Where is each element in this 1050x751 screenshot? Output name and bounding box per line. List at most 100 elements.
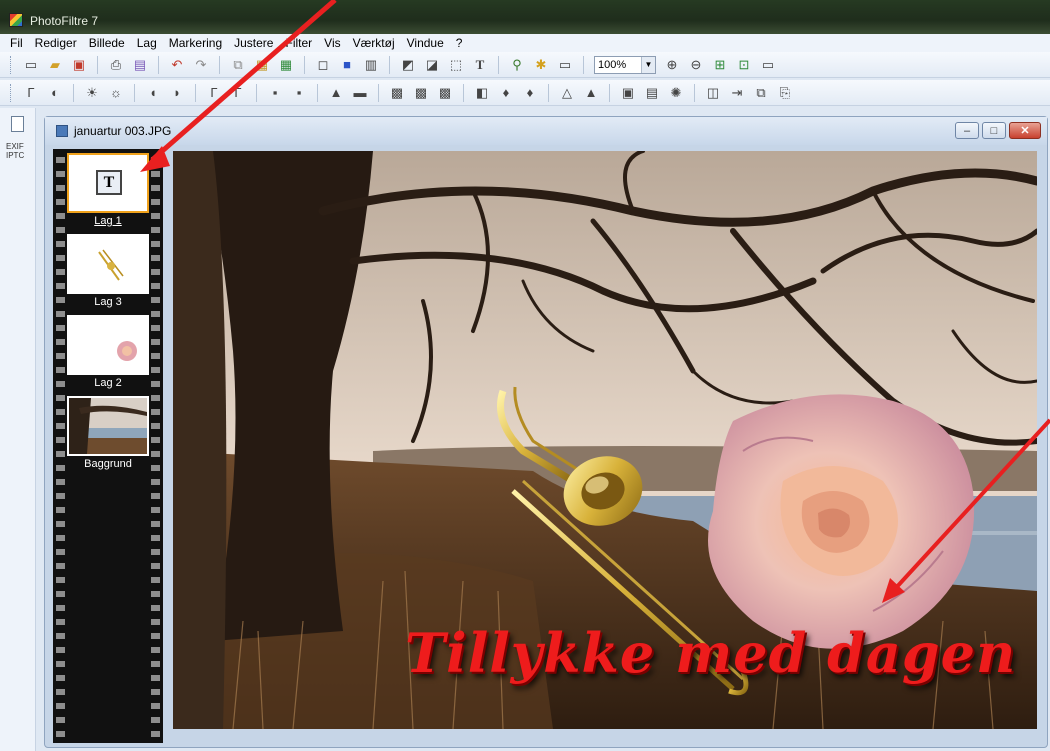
invert-icon[interactable]: ▩ [435,83,455,103]
resize-canvas-icon[interactable]: ⧉ [751,83,771,103]
chevron-down-icon[interactable]: ▼ [641,56,655,73]
menu-rediger[interactable]: Rediger [29,36,83,50]
image-size-icon[interactable]: ◻ [313,55,333,75]
toolbar-grip[interactable] [10,83,13,102]
histogram-icon[interactable]: ▥ [361,55,381,75]
layer-lag-3[interactable]: Lag 3 [67,234,149,308]
image-canvas[interactable]: Tillykke med dagen [173,151,1037,729]
document-filename: januartur 003.JPG [74,124,172,138]
plugin-icon[interactable]: ✱ [531,55,551,75]
fullscreen-icon[interactable]: ▭ [758,55,778,75]
layer-baggrund[interactable]: Baggrund [67,396,149,470]
toolbar-grip[interactable] [10,55,13,74]
toolbar-separator [256,83,257,102]
document-title-bar[interactable]: januartur 003.JPG – □ ✕ [45,117,1047,145]
new-icon[interactable]: ▭ [21,55,41,75]
layer-thumbnail[interactable] [67,396,149,456]
flip-icon[interactable]: ◪ [422,55,442,75]
blur-icon[interactable]: ▬ [350,83,370,103]
hue-icon[interactable]: ◧ [472,83,492,103]
toolbar-separator [609,83,610,102]
frame-icon[interactable]: ▣ [618,83,638,103]
batch-icon[interactable]: ⎘ [775,83,795,103]
selection-icon[interactable]: ⬚ [446,55,466,75]
toolbar-separator [219,55,220,74]
gamma-minus-icon[interactable]: Γ [204,83,224,103]
colors-icon[interactable]: ■ [337,55,357,75]
rotate-icon[interactable]: ◩ [398,55,418,75]
brightness-minus-icon[interactable]: ☀ [82,83,102,103]
layer-lag-2[interactable]: Lag 2 [67,315,149,389]
menu-justere[interactable]: Justere [228,36,279,50]
mirror-icon[interactable]: ◫ [703,83,723,103]
level-high-icon[interactable]: ▲ [581,83,601,103]
text-icon[interactable]: T [470,55,490,75]
layers-icon[interactable]: ⚲ [507,55,527,75]
menu-lag[interactable]: Lag [131,36,163,50]
menu-help[interactable]: ? [450,36,469,50]
page-icon[interactable] [11,116,24,132]
toolbar-separator [304,55,305,74]
menu-markering[interactable]: Markering [163,36,228,50]
menu-fil[interactable]: Fil [4,36,29,50]
greeting-text[interactable]: Tillykke med dagen [405,621,1016,685]
scan-icon[interactable]: ▤ [130,55,150,75]
brightness-plus-icon[interactable]: ☼ [106,83,126,103]
maximize-button[interactable]: □ [982,122,1006,139]
shadow-icon[interactable]: ▤ [642,83,662,103]
fit-window-icon[interactable]: ⊞ [710,55,730,75]
copy-icon[interactable]: ⧉ [228,55,248,75]
zoom-in-icon[interactable]: ⊕ [662,55,682,75]
image-file-icon [56,125,68,137]
gamma-plus-icon[interactable]: Γ [228,83,248,103]
grayscale-icon[interactable]: ▩ [387,83,407,103]
zoom-out-icon[interactable]: ⊖ [686,55,706,75]
transform-icon[interactable]: ⇥ [727,83,747,103]
film-perforation [151,149,160,743]
saturation-minus-icon[interactable]: ▪ [265,83,285,103]
paste-new-icon[interactable]: ▦ [276,55,296,75]
contrast-plus-icon[interactable]: ◗ [167,83,187,103]
menu-billede[interactable]: Billede [83,36,131,50]
app-title: PhotoFiltre 7 [30,14,99,28]
window-buttons: – □ ✕ [952,122,1041,139]
texture-icon[interactable]: ✺ [666,83,686,103]
drop-icon[interactable]: ♦ [496,83,516,103]
actual-size-icon[interactable]: ⊡ [734,55,754,75]
rose-thumbnail-icon [117,341,137,361]
auto-contrast-icon[interactable]: ◐ [45,83,65,103]
toolbar-separator [378,83,379,102]
sepia-icon[interactable]: ▩ [411,83,431,103]
landscape-thumbnail-icon [69,398,147,454]
minimize-button[interactable]: – [955,122,979,139]
layer-thumbnail[interactable]: T [67,153,149,213]
close-button[interactable]: ✕ [1009,122,1041,139]
auto-levels-icon[interactable]: Γ [21,83,41,103]
layer-thumbnail[interactable] [67,234,149,294]
open-icon[interactable]: ▰ [45,55,65,75]
contrast-minus-icon[interactable]: ◖ [143,83,163,103]
print-icon[interactable]: ⎙ [106,55,126,75]
menu-vaerktoej[interactable]: Værktøj [347,36,401,50]
undo-icon[interactable]: ↶ [167,55,187,75]
layer-lag-1[interactable]: T Lag 1 [67,153,149,227]
title-bar: PhotoFiltre 7 [0,0,1050,34]
exif-iptc-label[interactable]: EXIF IPTC [6,142,30,160]
window-icon[interactable]: ▭ [555,55,575,75]
redo-icon[interactable]: ↷ [191,55,211,75]
toolbar-separator [463,83,464,102]
layer-name: Lag 2 [94,377,122,389]
paste-icon[interactable]: ▦ [252,55,272,75]
level-low-icon[interactable]: △ [557,83,577,103]
layer-thumbnail[interactable] [67,315,149,375]
saturation-plus-icon[interactable]: ▪ [289,83,309,103]
drop-dark-icon[interactable]: ♦ [520,83,540,103]
menu-vindue[interactable]: Vindue [401,36,450,50]
app-icon [9,13,23,27]
sharpen-icon[interactable]: ▲ [326,83,346,103]
side-panel: EXIF IPTC [0,108,36,751]
menu-filter[interactable]: Filter [279,36,318,50]
zoom-select[interactable]: 100% ▼ [594,55,656,74]
menu-vis[interactable]: Vis [318,36,346,50]
save-icon[interactable]: ▣ [69,55,89,75]
